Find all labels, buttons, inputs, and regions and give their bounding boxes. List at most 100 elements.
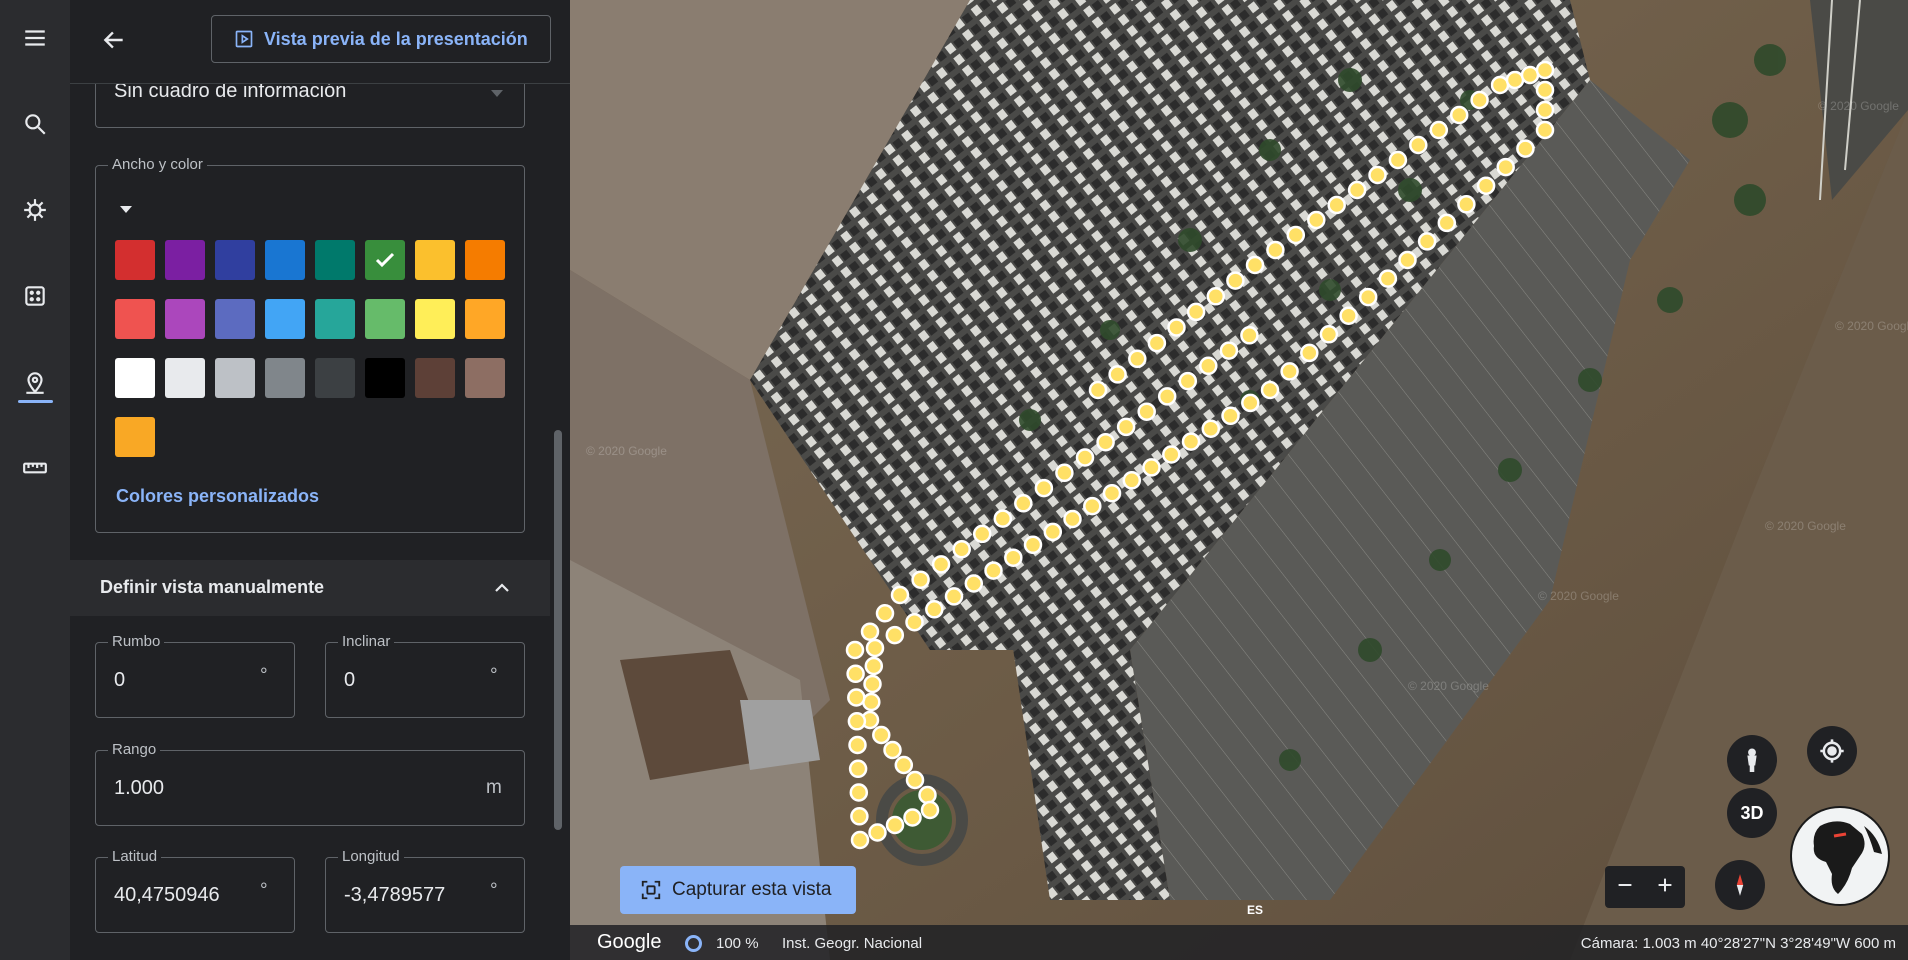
track-point: [1496, 157, 1515, 177]
color-swatch[interactable]: [415, 240, 455, 280]
color-swatch-selected[interactable]: [365, 240, 405, 280]
color-swatch[interactable]: [415, 299, 455, 339]
heading-field[interactable]: Rumbo 0 °: [95, 633, 295, 718]
color-swatch[interactable]: [165, 240, 205, 280]
custom-colors-link[interactable]: Colores personalizados: [116, 486, 319, 507]
track-point: [1201, 419, 1221, 438]
track-point: [848, 735, 867, 755]
color-swatch[interactable]: [315, 240, 355, 280]
tilt-label: Inclinar: [338, 633, 395, 650]
my-location-icon[interactable]: [1807, 726, 1857, 776]
width-color-label: Ancho y color: [108, 156, 207, 173]
color-swatch[interactable]: [265, 240, 305, 280]
longitude-label: Longitud: [338, 848, 404, 865]
track-point: [920, 800, 940, 820]
color-swatch[interactable]: [115, 358, 155, 398]
track-point: [849, 783, 869, 802]
color-swatch[interactable]: [165, 299, 205, 339]
range-field[interactable]: Rango 1.000 m: [95, 741, 525, 826]
streaming-percent: 100 %: [716, 935, 759, 952]
track-point: [1417, 232, 1437, 251]
latitude-unit: °: [260, 880, 268, 901]
track-point: [911, 570, 930, 589]
track-point: [850, 830, 870, 850]
track-point: [1219, 341, 1239, 360]
color-swatch[interactable]: [165, 358, 205, 398]
feeling-lucky-icon[interactable]: [15, 276, 55, 316]
toggle-3d-button[interactable]: 3D: [1727, 788, 1777, 838]
street-view-pegman-icon[interactable]: [1727, 735, 1777, 785]
color-swatch[interactable]: [265, 299, 305, 339]
track-point: [1142, 458, 1161, 477]
track-point: [931, 555, 951, 574]
track-point: [1409, 135, 1428, 155]
tilt-value[interactable]: 0: [344, 669, 355, 692]
heading-value[interactable]: 0: [114, 669, 125, 692]
track-point: [1449, 105, 1469, 125]
track-point: [1206, 287, 1226, 306]
track-point: [848, 759, 868, 779]
zoom-out-icon[interactable]: [1614, 874, 1636, 901]
track-point: [1470, 90, 1489, 110]
track-point: [1083, 496, 1102, 516]
zoom-controls: [1605, 866, 1685, 908]
track-point: [1122, 471, 1142, 490]
track-point: [1055, 463, 1074, 483]
svg-text:© 2020 Google: © 2020 Google: [1408, 679, 1489, 693]
color-swatch[interactable]: [115, 240, 155, 280]
track-point: [984, 561, 1003, 580]
width-color-group: Ancho y color Colores personalizados: [95, 156, 525, 533]
longitude-value[interactable]: -3,4789577: [344, 884, 445, 907]
projects-icon[interactable]: [15, 362, 55, 402]
presentation-preview-button[interactable]: Vista previa de la presentación: [211, 15, 551, 63]
voyager-icon[interactable]: [15, 190, 55, 230]
track-point: [1014, 494, 1033, 513]
language-indicator: ES: [1247, 903, 1264, 917]
color-swatch[interactable]: [465, 240, 505, 280]
track-point: [944, 587, 964, 606]
track-point: [905, 770, 925, 790]
color-swatch[interactable]: [315, 299, 355, 339]
color-swatch[interactable]: [365, 299, 405, 339]
capture-view-button[interactable]: Capturar esta vista: [620, 866, 856, 914]
color-swatch[interactable]: [465, 299, 505, 339]
color-swatch[interactable]: [215, 299, 255, 339]
track-point: [1319, 325, 1339, 344]
zoom-in-icon[interactable]: [1654, 874, 1676, 901]
track-point: [1266, 240, 1285, 260]
track-point: [1178, 371, 1198, 391]
menu-icon[interactable]: [15, 18, 55, 58]
track-point: [1102, 483, 1122, 503]
manual-view-section-header[interactable]: Definir vista manualmente: [70, 560, 550, 616]
measure-icon[interactable]: [15, 448, 55, 488]
latitude-value[interactable]: 40,4750946: [114, 884, 220, 907]
color-swatch[interactable]: [215, 358, 255, 398]
back-arrow-icon[interactable]: [96, 22, 132, 58]
tilt-field[interactable]: Inclinar 0 °: [325, 633, 525, 718]
longitude-field[interactable]: Longitud -3,4789577 °: [325, 848, 525, 933]
color-swatch[interactable]: [115, 417, 155, 457]
color-swatch[interactable]: [415, 358, 455, 398]
panel-scrollbar[interactable]: [554, 430, 562, 830]
track-point: [1116, 417, 1136, 437]
color-swatch[interactable]: [115, 299, 155, 339]
color-swatch[interactable]: [465, 358, 505, 398]
search-icon[interactable]: [15, 104, 55, 144]
compass-icon[interactable]: [1715, 860, 1765, 910]
presentation-preview-label: Vista previa de la presentación: [264, 28, 528, 49]
satellite-map-view[interactable]: © 2020 Google © 2020 Google © 2020 Googl…: [570, 0, 1908, 960]
track-point: [1157, 387, 1177, 406]
color-swatch[interactable]: [265, 358, 305, 398]
track-point: [1505, 70, 1525, 90]
chevron-up-icon[interactable]: [490, 576, 514, 600]
line-width-dropdown-icon[interactable]: [120, 206, 132, 213]
latitude-field[interactable]: Latitud 40,4750946 °: [95, 848, 295, 933]
range-value[interactable]: 1.000: [114, 777, 164, 800]
color-swatch[interactable]: [365, 358, 405, 398]
imagery-attribution[interactable]: Inst. Geogr. Nacional: [782, 935, 922, 952]
globe-minimap[interactable]: [1790, 806, 1890, 906]
color-swatch[interactable]: [315, 358, 355, 398]
color-swatch[interactable]: [215, 240, 255, 280]
track-point: [1240, 326, 1259, 345]
svg-text:© 2020 Google: © 2020 Google: [1835, 319, 1908, 333]
